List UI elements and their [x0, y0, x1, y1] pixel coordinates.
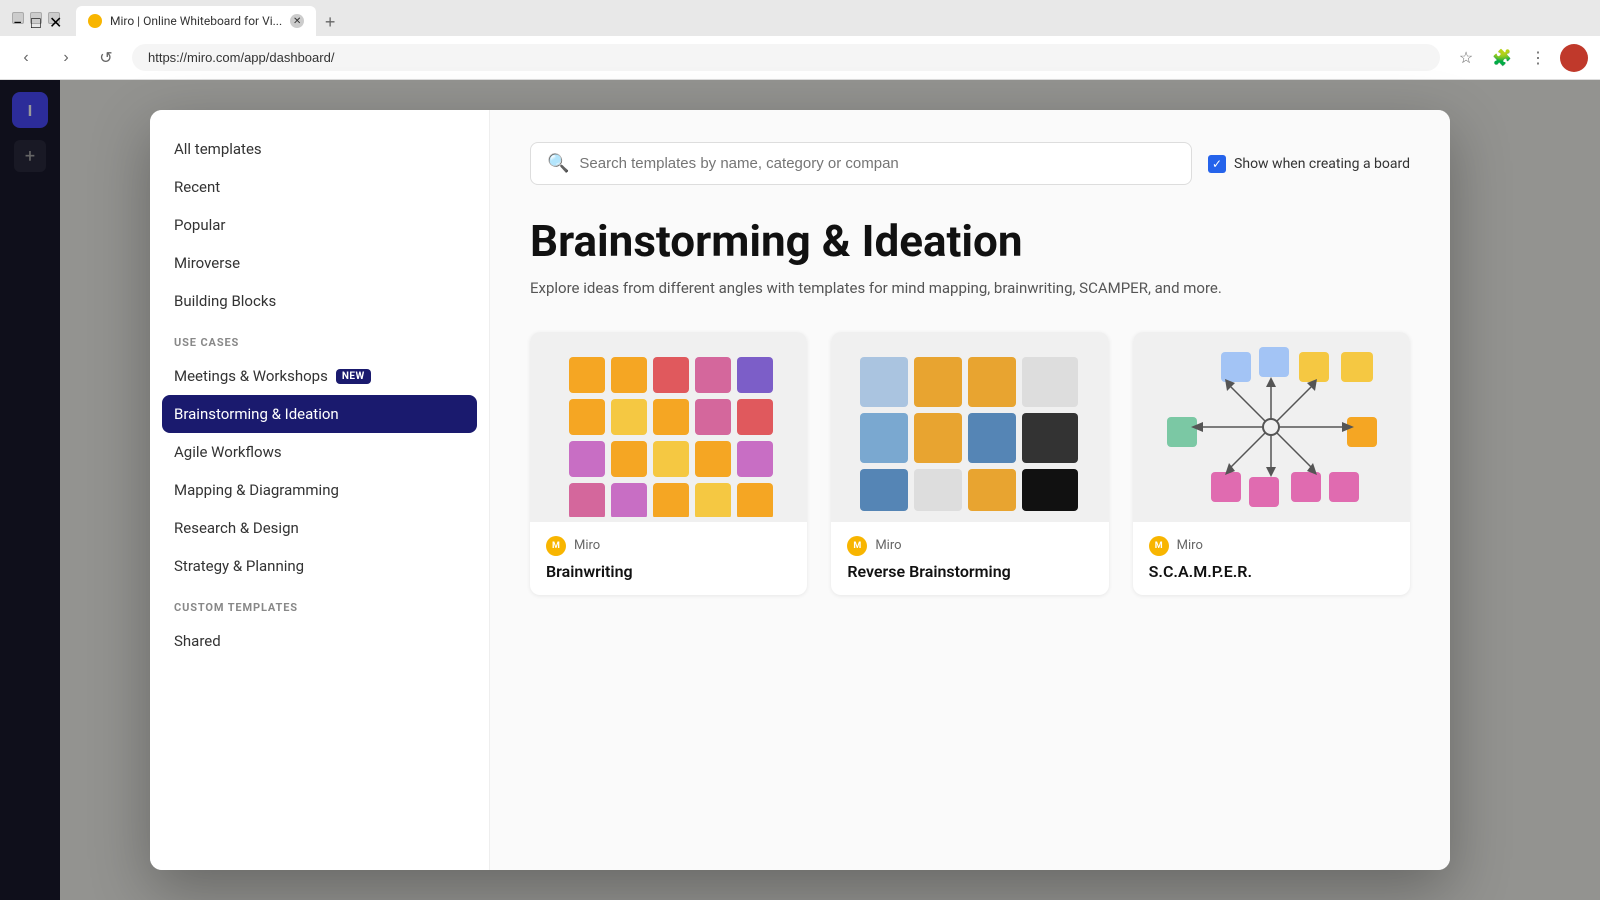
tab-favicon — [88, 14, 102, 28]
template-author-brainwriting: M Miro — [546, 536, 791, 556]
window-controls: − □ ✕ — [12, 12, 60, 24]
template-name-brainwriting: Brainwriting — [546, 562, 791, 581]
nav-forward-button[interactable]: › — [52, 44, 80, 72]
browser-titlebar: − □ ✕ Miro | Online Whiteboard for Vi...… — [0, 0, 1600, 36]
sidebar-item-meetings-workshops[interactable]: Meetings & Workshops NEW — [150, 357, 489, 395]
template-author-scamper: M Miro — [1149, 536, 1394, 556]
page-description: Explore ideas from different angles with… — [530, 277, 1350, 300]
template-name-scamper: S.C.A.M.P.E.R. — [1149, 562, 1394, 581]
sidebar-item-building-blocks[interactable]: Building Blocks — [150, 282, 489, 320]
sidebar-item-miroverse[interactable]: Miroverse — [150, 244, 489, 282]
url-input[interactable] — [132, 44, 1440, 71]
minimize-button[interactable]: − — [12, 12, 24, 24]
close-window-button[interactable]: ✕ — [48, 12, 60, 24]
template-name-reverse: Reverse Brainstorming — [847, 562, 1092, 581]
nav-back-button[interactable]: ‹ — [12, 44, 40, 72]
template-info-reverse-brainstorming: M Miro Reverse Brainstorming — [831, 522, 1108, 595]
miro-icon-3: M — [1149, 536, 1169, 556]
browser-chrome: − □ ✕ Miro | Online Whiteboard for Vi...… — [0, 0, 1600, 80]
browser-action-icons: ☆ 🧩 ⋮ — [1452, 44, 1588, 72]
show-when-creating-checkbox[interactable]: ✓ Show when creating a board — [1208, 155, 1410, 173]
sidebar-item-agile-workflows[interactable]: Agile Workflows — [150, 433, 489, 471]
template-grid: M Miro Brainwriting — [530, 332, 1410, 595]
sidebar-item-shared[interactable]: Shared — [150, 622, 489, 660]
search-input[interactable] — [579, 155, 1175, 172]
reverse-brainstorming-svg — [850, 337, 1090, 517]
modal-sidebar: All templates Recent Popular Miroverse B… — [150, 110, 490, 870]
extensions-icon[interactable]: 🧩 — [1488, 44, 1516, 72]
sidebar-item-mapping-diagramming[interactable]: Mapping & Diagramming — [150, 471, 489, 509]
bookmark-icon[interactable]: ☆ — [1452, 44, 1480, 72]
author-name-3: Miro — [1177, 538, 1203, 553]
page-title: Brainstorming & Ideation — [530, 217, 1410, 265]
modal-main: 🔍 ✓ Show when creating a board Brainstor… — [490, 110, 1450, 870]
sidebar-item-brainstorming-ideation[interactable]: Brainstorming & Ideation — [162, 395, 477, 433]
browser-menu-icon[interactable]: ⋮ — [1524, 44, 1552, 72]
template-thumbnail-brainwriting — [530, 332, 807, 522]
template-info-scamper: M Miro S.C.A.M.P.E.R. — [1133, 522, 1410, 595]
sidebar-item-recent[interactable]: Recent — [150, 168, 489, 206]
maximize-button[interactable]: □ — [30, 12, 42, 24]
nav-refresh-button[interactable]: ↺ — [92, 44, 120, 72]
sidebar-item-all-templates[interactable]: All templates — [150, 130, 489, 168]
profile-avatar[interactable] — [1560, 44, 1588, 72]
new-tab-button[interactable]: + — [316, 8, 344, 36]
miro-icon: M — [546, 536, 566, 556]
search-input-wrapper[interactable]: 🔍 — [530, 142, 1192, 185]
new-badge: NEW — [336, 369, 371, 384]
template-thumbnail-scamper — [1133, 332, 1410, 522]
miro-icon-2: M — [847, 536, 867, 556]
template-thumbnail-reverse-brainstorming — [831, 332, 1108, 522]
show-when-creating-label: Show when creating a board — [1234, 156, 1410, 172]
template-modal: All templates Recent Popular Miroverse B… — [150, 110, 1450, 870]
sidebar-item-popular[interactable]: Popular — [150, 206, 489, 244]
search-icon: 🔍 — [547, 153, 569, 174]
search-bar: 🔍 ✓ Show when creating a board — [530, 142, 1410, 185]
brainwriting-svg — [549, 337, 789, 517]
sidebar-item-strategy-planning[interactable]: Strategy & Planning — [150, 547, 489, 585]
author-name: Miro — [574, 538, 600, 553]
sidebar-item-research-design[interactable]: Research & Design — [150, 509, 489, 547]
address-bar: ‹ › ↺ ☆ 🧩 ⋮ — [0, 36, 1600, 80]
template-author-reverse: M Miro — [847, 536, 1092, 556]
template-card-brainwriting[interactable]: M Miro Brainwriting — [530, 332, 807, 595]
scamper-svg — [1151, 337, 1391, 517]
template-info-brainwriting: M Miro Brainwriting — [530, 522, 807, 595]
tab-title: Miro | Online Whiteboard for Vi... — [110, 14, 282, 28]
custom-templates-section-label: CUSTOM TEMPLATES — [150, 585, 489, 622]
tab-close-button[interactable]: ✕ — [290, 14, 304, 28]
tab-bar: Miro | Online Whiteboard for Vi... ✕ + — [68, 0, 352, 36]
template-card-reverse-brainstorming[interactable]: M Miro Reverse Brainstorming — [831, 332, 1108, 595]
active-tab[interactable]: Miro | Online Whiteboard for Vi... ✕ — [76, 6, 316, 36]
checkbox-checked-icon: ✓ — [1208, 155, 1226, 173]
modal-overlay: All templates Recent Popular Miroverse B… — [0, 80, 1600, 900]
author-name-2: Miro — [875, 538, 901, 553]
use-cases-section-label: USE CASES — [150, 320, 489, 357]
template-card-scamper[interactable]: M Miro S.C.A.M.P.E.R. — [1133, 332, 1410, 595]
